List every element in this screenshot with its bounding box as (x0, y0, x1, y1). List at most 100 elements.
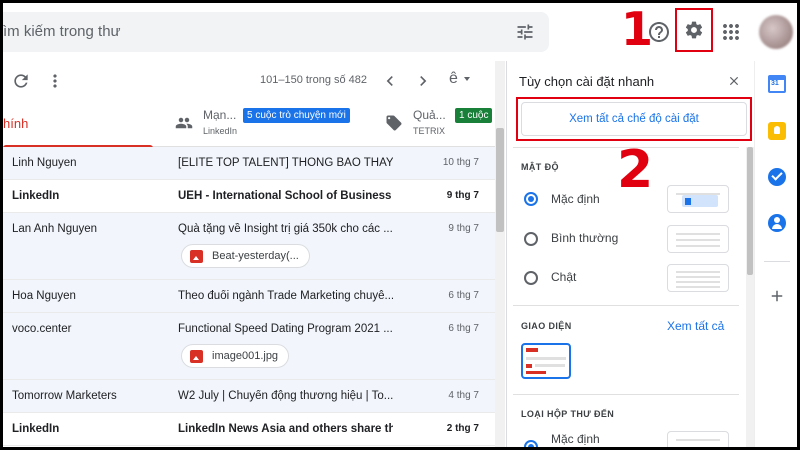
input-tools-icon[interactable]: ê (449, 70, 458, 88)
email-date: 10 thg 7 (442, 157, 479, 168)
scrollbar-thumb[interactable] (747, 147, 753, 275)
category-tabs: hính Mạn... 5 cuộc trò chuyện mới Linked… (3, 99, 495, 148)
add-icon[interactable] (768, 287, 786, 305)
tab-primary-label: hính (3, 116, 29, 131)
attachment-chip[interactable]: Beat-yesterday(... (181, 244, 310, 268)
chevron-right-icon[interactable] (413, 71, 433, 91)
density-option-label[interactable]: Chật (551, 270, 576, 284)
new-conversations-badge: 5 cuộc trò chuyện mới (243, 108, 350, 123)
promotions-badge: 1 cuộc (455, 108, 493, 123)
tune-icon[interactable] (515, 22, 535, 42)
mail-list: Linh Nguyen [ELITE TOP TALENT] THÔNG BÁO… (3, 147, 495, 447)
quick-settings-title: Tùy chọn cài đặt nhanh (519, 74, 655, 89)
email-date: 6 thg 7 (448, 323, 479, 334)
density-option-label[interactable]: Bình thường (551, 231, 618, 245)
quick-settings-scrollbar[interactable] (746, 147, 754, 447)
density-default-radio[interactable] (524, 192, 538, 206)
inbox-default-radio[interactable] (524, 440, 538, 447)
chevron-left-icon[interactable] (380, 71, 400, 91)
google-calendar-icon[interactable]: 31 (768, 75, 786, 93)
email-sender: voco.center (12, 323, 72, 335)
mail-toolbar: 101–150 trong số 482 ê (3, 61, 495, 101)
top-bar: ìm kiếm trong thư 1 (3, 3, 797, 61)
email-date: 9 thg 7 (446, 190, 479, 201)
tab-social-label: Mạn... (203, 108, 237, 122)
theme-see-all-link[interactable]: Xem tất cả (667, 319, 724, 333)
table-row[interactable]: Linh Nguyen [ELITE TOP TALENT] THÔNG BÁO… (3, 147, 495, 180)
see-all-settings-highlight: Xem tất cả chế độ cài đặt (516, 97, 752, 141)
help-icon[interactable] (647, 20, 671, 44)
attachment-name: Beat-yesterday(... (212, 250, 299, 262)
google-contacts-icon[interactable] (768, 214, 786, 232)
image-file-icon (190, 250, 203, 263)
quick-settings-panel: Tùy chọn cài đặt nhanh Xem tất cả chế độ… (506, 61, 754, 447)
density-normal-preview[interactable] (667, 225, 729, 253)
email-date: 9 thg 7 (448, 223, 479, 234)
email-sender: Tomorrow Marketers (12, 390, 117, 402)
table-row[interactable]: LinkedIn UEH - International School of B… (3, 180, 495, 213)
theme-default-preview[interactable] (521, 343, 571, 379)
people-icon (175, 117, 193, 129)
gear-icon[interactable] (684, 20, 704, 40)
density-default-preview[interactable] (667, 185, 729, 213)
attachment-chip[interactable]: image001.jpg (181, 344, 290, 368)
divider (513, 305, 739, 306)
attachment-name: image001.jpg (212, 350, 279, 362)
table-row[interactable]: voco.center Functional Speed Dating Prog… (3, 313, 495, 380)
close-icon[interactable] (727, 74, 741, 88)
pagination-text: 101–150 trong số 482 (260, 74, 368, 86)
email-date: 6 thg 7 (448, 290, 479, 301)
search-placeholder[interactable]: ìm kiếm trong thư (3, 23, 121, 40)
search-bar[interactable]: ìm kiếm trong thư (3, 12, 549, 52)
email-subject: Functional Speed Dating Program 2021 ... (178, 323, 393, 335)
email-sender: LinkedIn (12, 423, 60, 435)
inbox-default-preview[interactable] (667, 431, 729, 447)
tab-promotions[interactable]: Quả... 1 cuộc TETRIX (378, 99, 495, 147)
settings-highlight-box (675, 8, 713, 52)
mail-list-scrollbar[interactable] (495, 61, 505, 447)
gmail-window: ìm kiếm trong thư 1 101–150 trong số 482… (3, 3, 797, 447)
refresh-icon[interactable] (11, 71, 31, 91)
theme-heading: GIAO DIỆN (521, 321, 572, 331)
avatar[interactable] (759, 15, 793, 49)
density-option-label[interactable]: Mặc định (551, 192, 600, 206)
rail-divider (764, 261, 790, 262)
tab-primary[interactable]: hính (3, 99, 153, 148)
email-sender: Lan Anh Nguyen (12, 223, 98, 235)
email-date: 2 thg 7 (446, 423, 479, 434)
table-row[interactable]: Lan Anh Nguyen Quà tặng về Insight trị g… (3, 213, 495, 280)
tab-social[interactable]: Mạn... 5 cuộc trò chuyện mới LinkedIn (168, 99, 368, 147)
scrollbar-thumb[interactable] (496, 128, 504, 232)
email-subject: UEH - International School of Business .… (178, 190, 393, 202)
apps-grid-icon[interactable] (719, 20, 743, 44)
email-sender: Linh Nguyen (12, 157, 77, 169)
email-date: 4 thg 7 (448, 390, 479, 401)
tab-promotions-sender: TETRIX (413, 126, 446, 136)
tag-icon (386, 115, 402, 131)
dropdown-caret-icon[interactable] (464, 77, 470, 81)
density-normal-radio[interactable] (524, 232, 538, 246)
see-all-settings-label: Xem tất cả chế độ cài đặt (569, 113, 699, 125)
table-row[interactable]: Tomorrow Marketers W2 July | Chuyển động… (3, 380, 495, 413)
google-keep-icon[interactable] (768, 122, 786, 140)
inbox-option-label[interactable]: Mặc định (551, 432, 600, 446)
annotation-step-2: 2 (617, 140, 654, 200)
email-sender: Hoa Nguyen (12, 290, 76, 302)
divider (513, 394, 739, 395)
email-sender: LinkedIn (12, 190, 60, 202)
more-vert-icon[interactable] (45, 71, 65, 91)
see-all-settings-button[interactable]: Xem tất cả chế độ cài đặt (521, 102, 747, 136)
image-file-icon (190, 350, 203, 363)
google-tasks-icon[interactable] (768, 168, 786, 186)
tab-promotions-label: Quả... (413, 108, 446, 122)
inbox-type-heading: LOẠI HỘP THƯ ĐẾN (521, 409, 615, 419)
table-row[interactable]: LinkedIn LinkedIn News Asia and others s… (3, 413, 495, 446)
email-subject: LinkedIn News Asia and others share th..… (178, 423, 393, 435)
tab-social-sender: LinkedIn (203, 126, 238, 136)
density-compact-radio[interactable] (524, 271, 538, 285)
density-compact-preview[interactable] (667, 264, 729, 292)
table-row[interactable]: Hoa Nguyen Theo đuổi ngành Trade Marketi… (3, 280, 495, 313)
density-heading: MẬT ĐỘ (521, 162, 559, 172)
email-subject: Quà tặng về Insight trị giá 350k cho các… (178, 223, 393, 235)
email-subject: W2 July | Chuyển động thương hiệu | To..… (178, 390, 393, 402)
